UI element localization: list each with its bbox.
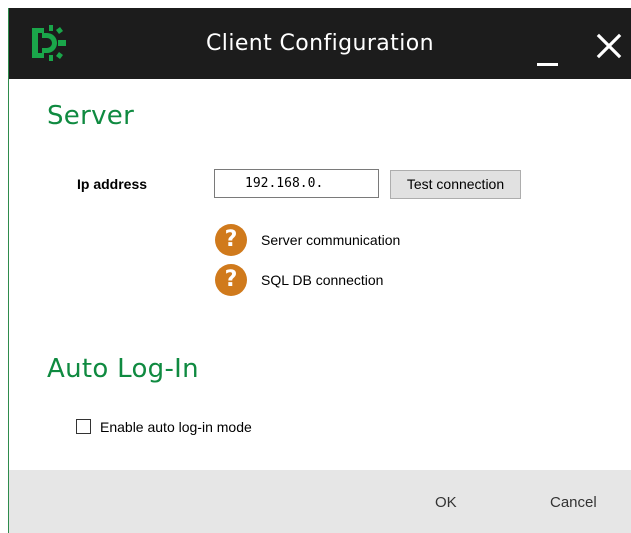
- close-icon[interactable]: [595, 32, 623, 60]
- dialog-footer: OK Cancel: [9, 470, 631, 533]
- sql-db-connection-status: SQL DB connection: [261, 272, 384, 288]
- auto-login-checkbox[interactable]: [76, 419, 91, 434]
- test-connection-button[interactable]: Test connection: [390, 170, 521, 199]
- ok-button[interactable]: OK: [435, 494, 457, 511]
- auto-login-checkbox-label[interactable]: Enable auto log-in mode: [100, 419, 252, 435]
- minimize-button[interactable]: [533, 42, 561, 68]
- server-section-heading: Server: [47, 101, 135, 131]
- auto-login-section-heading: Auto Log-In: [47, 354, 199, 384]
- ip-address-input[interactable]: [214, 169, 379, 198]
- question-icon: ?: [215, 264, 247, 296]
- client-configuration-window: Client Configuration Server Ip address T…: [8, 8, 631, 533]
- title-bar[interactable]: Client Configuration: [9, 8, 631, 79]
- cancel-button[interactable]: Cancel: [550, 494, 597, 511]
- server-communication-status: Server communication: [261, 232, 401, 248]
- question-icon: ?: [215, 224, 247, 256]
- ip-address-label: Ip address: [77, 176, 148, 192]
